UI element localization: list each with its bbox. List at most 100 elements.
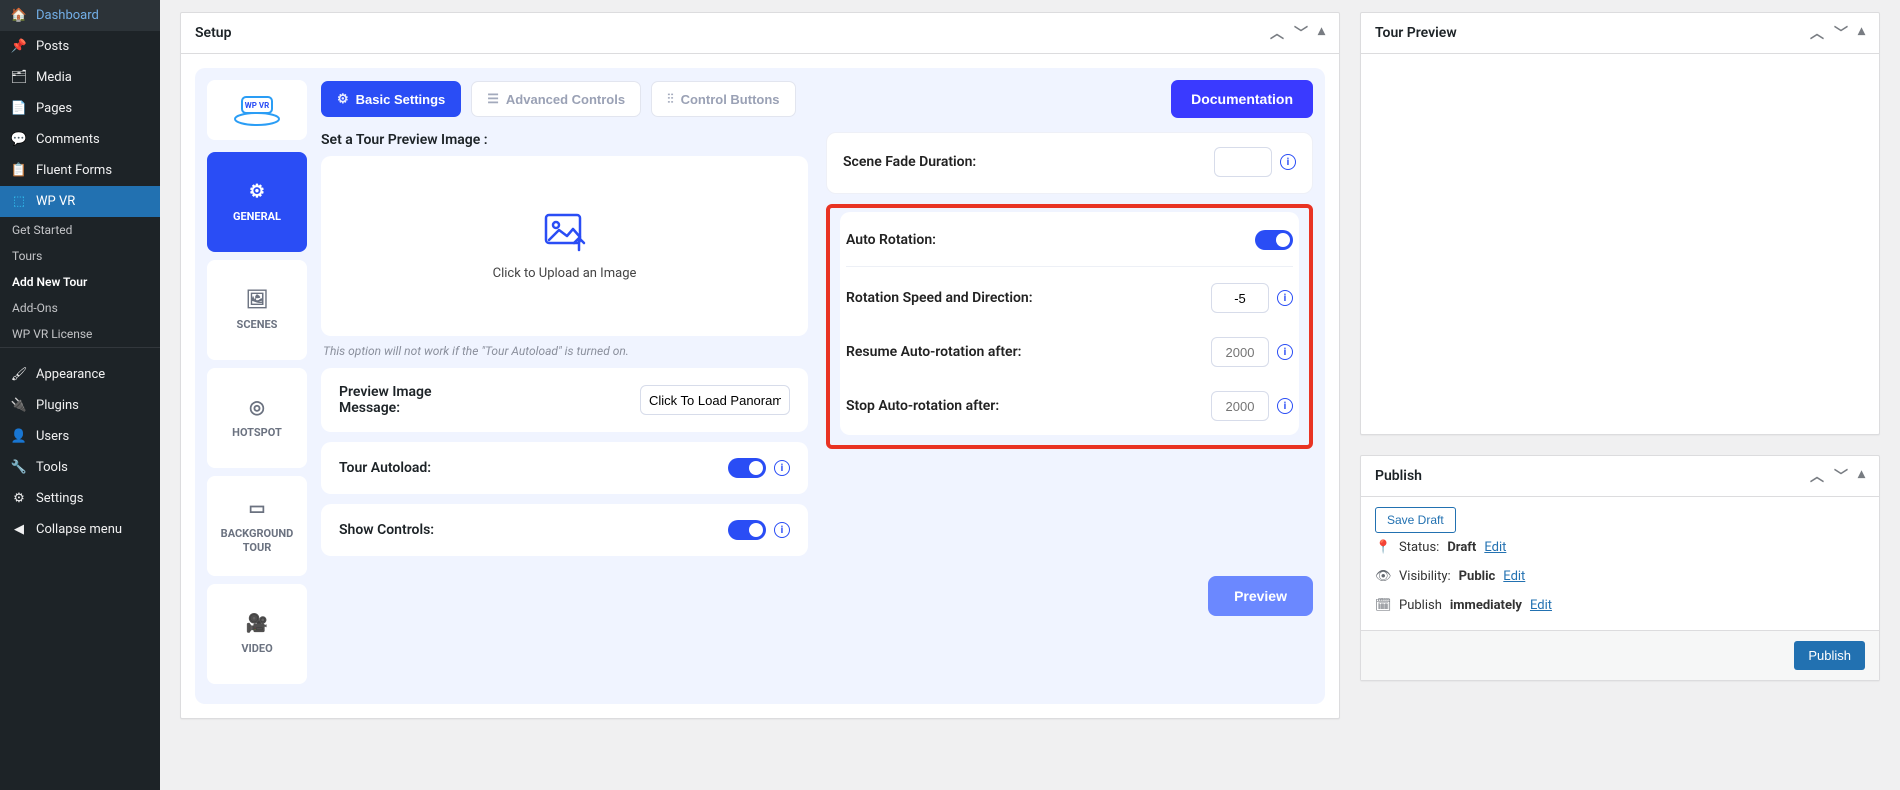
menu-label: Users — [36, 429, 69, 444]
tab-advanced-controls[interactable]: ☰Advanced Controls — [471, 81, 641, 117]
menu-label: Dashboard — [36, 8, 99, 23]
wpvr-icon: ⬚ — [10, 194, 28, 209]
tour-autoload-toggle[interactable] — [728, 458, 766, 478]
calendar-icon: 🗓 — [1375, 598, 1391, 613]
tab-label: Control Buttons — [681, 92, 780, 107]
visibility-label: Visibility: — [1399, 569, 1451, 584]
menu-label: Appearance — [36, 367, 105, 382]
menu-tools[interactable]: 🔧Tools — [0, 452, 160, 483]
triangle-up-icon[interactable]: ▴ — [1858, 466, 1865, 486]
vtab-general[interactable]: ⚙ GENERAL — [207, 152, 307, 252]
triangle-up-icon[interactable]: ▴ — [1318, 23, 1325, 43]
setup-panel: Setup ︿ ﹀ ▴ WP VR ⚙ GENER — [180, 12, 1340, 719]
wpvr-logo: WP VR — [207, 80, 307, 140]
collapse-icon: ◀ — [10, 522, 28, 537]
menu-plugins[interactable]: 🔌Plugins — [0, 390, 160, 421]
menu-fluentforms[interactable]: 📋Fluent Forms — [0, 155, 160, 186]
chevron-down-icon[interactable]: ﹀ — [1294, 23, 1308, 43]
show-controls-toggle[interactable] — [728, 520, 766, 540]
menu-media[interactable]: 🗂 Media — [0, 62, 160, 93]
menu-comments[interactable]: 💬 Comments — [0, 124, 160, 155]
submenu-addons[interactable]: Add-Ons — [0, 295, 160, 321]
fade-duration-label: Scene Fade Duration: — [843, 154, 976, 170]
documentation-button[interactable]: Documentation — [1171, 80, 1313, 118]
dashboard-icon: 🏠 — [10, 8, 28, 23]
show-controls-label: Show Controls: — [339, 522, 434, 538]
wpvr-vertical-tabs: WP VR ⚙ GENERAL 🖼 SCENES ◎ HOTSPOT — [207, 80, 307, 692]
setup-title: Setup — [195, 25, 231, 41]
menu-wpvr[interactable]: ⬚WP VR — [0, 186, 160, 217]
menu-users[interactable]: 👤Users — [0, 421, 160, 452]
upload-image-dropzone[interactable]: Click to Upload an Image — [321, 156, 808, 336]
media-icon: 🗂 — [10, 70, 28, 85]
fade-duration-input[interactable] — [1214, 147, 1272, 177]
tour-preview-title: Tour Preview — [1375, 25, 1457, 41]
preview-message-label: Preview Image Message: — [339, 384, 489, 416]
edit-visibility-link[interactable]: Edit — [1503, 569, 1525, 584]
publish-button[interactable]: Publish — [1794, 641, 1865, 670]
auto-rotation-highlight: Auto Rotation: Rotation Speed and Direct… — [826, 204, 1313, 449]
controls-icon: ⫶⫶ — [667, 91, 674, 107]
tour-preview-panel: Tour Preview ︿ ﹀ ▴ — [1360, 12, 1880, 435]
layers-icon: ▭ — [248, 498, 265, 519]
vtab-video[interactable]: 🎥 VIDEO — [207, 584, 307, 684]
auto-rotation-toggle[interactable] — [1255, 230, 1293, 250]
menu-settings[interactable]: ⚙ Settings — [0, 483, 160, 514]
info-icon[interactable]: i — [774, 522, 790, 538]
resume-rotation-input[interactable] — [1211, 337, 1269, 367]
tab-basic-settings[interactable]: ⚙Basic Settings — [321, 81, 461, 117]
submenu-license[interactable]: WP VR License — [0, 321, 160, 347]
vtab-label: VIDEO — [241, 642, 272, 655]
menu-label: Fluent Forms — [36, 163, 112, 178]
info-icon[interactable]: i — [1277, 290, 1293, 306]
vtab-hotspot[interactable]: ◎ HOTSPOT — [207, 368, 307, 468]
plugins-icon: 🔌 — [10, 398, 28, 413]
tools-icon: 🔧 — [10, 460, 28, 475]
preview-message-input[interactable] — [640, 385, 790, 415]
vtab-background[interactable]: ▭ BACKGROUND TOUR — [207, 476, 307, 576]
tour-preview-body — [1361, 54, 1879, 434]
edit-publish-link[interactable]: Edit — [1530, 598, 1552, 613]
resume-rotation-label: Resume Auto-rotation after: — [846, 344, 1021, 360]
info-icon[interactable]: i — [1277, 344, 1293, 360]
submenu-add-new-tour[interactable]: Add New Tour — [0, 269, 160, 295]
info-icon[interactable]: i — [1277, 398, 1293, 414]
comments-icon: 💬 — [10, 132, 28, 147]
chevron-up-icon[interactable]: ︿ — [1810, 23, 1824, 43]
svg-text:WP VR: WP VR — [245, 101, 270, 110]
publish-label: Publish — [1399, 598, 1442, 613]
menu-label: Settings — [36, 491, 83, 506]
preview-image-section-label: Set a Tour Preview Image : — [321, 132, 808, 148]
info-icon[interactable]: i — [1280, 154, 1296, 170]
menu-appearance[interactable]: 🖌Appearance — [0, 359, 160, 390]
chevron-down-icon[interactable]: ﹀ — [1834, 466, 1848, 486]
chevron-down-icon[interactable]: ﹀ — [1834, 23, 1848, 43]
chevron-up-icon[interactable]: ︿ — [1810, 466, 1824, 486]
tab-control-buttons[interactable]: ⫶⫶ Control Buttons — [651, 81, 795, 117]
menu-dashboard[interactable]: 🏠 Dashboard — [0, 0, 160, 31]
preview-button[interactable]: Preview — [1208, 576, 1313, 616]
edit-status-link[interactable]: Edit — [1484, 540, 1506, 555]
menu-label: Media — [36, 70, 72, 85]
save-draft-button[interactable]: Save Draft — [1375, 507, 1456, 533]
video-icon: 🎥 — [246, 613, 268, 634]
vtab-label: HOTSPOT — [232, 426, 282, 439]
menu-posts[interactable]: 📌Posts — [0, 31, 160, 62]
rotation-speed-input[interactable] — [1211, 283, 1269, 313]
settings-icon: ⚙ — [10, 491, 28, 506]
menu-collapse[interactable]: ◀Collapse menu — [0, 514, 160, 545]
stop-rotation-input[interactable] — [1211, 391, 1269, 421]
info-icon[interactable]: i — [774, 460, 790, 476]
vtab-label: BACKGROUND TOUR — [207, 527, 307, 553]
rotation-speed-label: Rotation Speed and Direction: — [846, 290, 1033, 306]
vtab-scenes[interactable]: 🖼 SCENES — [207, 260, 307, 360]
menu-pages[interactable]: 📄Pages — [0, 93, 160, 124]
image-icon: 🖼 — [246, 289, 269, 310]
submenu-get-started[interactable]: Get Started — [0, 217, 160, 243]
vtab-label: SCENES — [237, 318, 278, 331]
menu-label: Comments — [36, 132, 100, 147]
submenu-tours[interactable]: Tours — [0, 243, 160, 269]
chevron-up-icon[interactable]: ︿ — [1270, 23, 1284, 43]
triangle-up-icon[interactable]: ▴ — [1858, 23, 1865, 43]
publish-panel: Publish ︿ ﹀ ▴ Save Draft 📍 Status: Draft… — [1360, 455, 1880, 681]
